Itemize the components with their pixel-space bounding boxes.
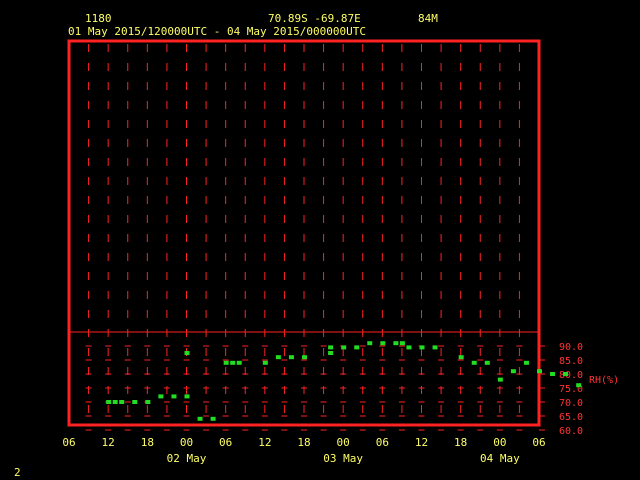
x-tick-label: 00 [180, 436, 193, 449]
y-axis-label: RH(%) [589, 375, 619, 386]
page-number: 2 [14, 466, 21, 479]
rh-point [328, 345, 334, 350]
x-tick-label: 06 [376, 436, 389, 449]
rh-point [184, 351, 190, 355]
grid [85, 44, 523, 431]
rh-point [484, 360, 490, 365]
rh-point [523, 360, 529, 365]
time-range: 01 May 2015/120000UTC - 04 May 2015/0000… [68, 25, 366, 38]
x-tick-label: 18 [141, 436, 154, 449]
location-coords: 70.89S -69.87E [268, 12, 361, 25]
x-date-label: 04 May [480, 452, 520, 465]
rh-point [236, 360, 242, 365]
elevation: 84M [418, 12, 438, 25]
rh-point [302, 355, 307, 360]
rh-point [354, 345, 360, 350]
rh-point [132, 400, 138, 404]
x-tick-label: 12 [102, 436, 115, 449]
rh-point [197, 416, 203, 421]
rh-point [550, 372, 556, 376]
x-axis-ticks: 06 12 18 00 06 12 18 00 06 12 18 00 06 02 May 03 May 04… [62, 436, 545, 465]
station-id: 1180 [85, 12, 112, 25]
rh-point [563, 372, 569, 376]
rh-point [112, 400, 118, 404]
rh-point [399, 341, 405, 346]
rh-point [328, 351, 334, 355]
rh-point [275, 355, 281, 360]
rh-point [432, 345, 438, 350]
rh-point [106, 400, 112, 404]
x-date-label: 03 May [323, 452, 363, 465]
x-tick-label: 12 [258, 436, 271, 449]
rh-point [576, 383, 582, 388]
y-tick-label: 90.0 [559, 342, 583, 353]
rh-point [145, 400, 151, 404]
x-tick-label: 00 [337, 436, 350, 449]
rh-point [510, 369, 516, 374]
rh-point [262, 360, 268, 365]
x-tick-label: 06 [62, 436, 75, 449]
rh-point [184, 394, 190, 399]
rh-point [497, 377, 503, 382]
rh-point [393, 341, 399, 346]
rh-point [367, 341, 373, 346]
rh-point [471, 360, 477, 365]
x-date-label: 02 May [167, 452, 207, 465]
rh-point [406, 345, 412, 350]
x-tick-label: 18 [297, 436, 310, 449]
x-tick-label: 06 [219, 436, 232, 449]
rh-point [171, 394, 177, 399]
rh-point [537, 369, 542, 374]
y-tick-label: 80.0 [559, 370, 583, 381]
x-tick-label: 12 [415, 436, 428, 449]
rh-point [230, 360, 236, 365]
rh-chart: 1180 70.89S -69.87E 84M 01 May 2015/1200… [14, 12, 619, 479]
y-axis-ticks: 60.065.070.075.080.085.090.0 [539, 342, 583, 437]
rh-point [210, 416, 216, 421]
x-tick-label: 06 [532, 436, 545, 449]
y-tick-label: 65.0 [559, 412, 583, 423]
y-tick-label: 85.0 [559, 356, 583, 367]
y-tick-label: 60.0 [559, 426, 583, 437]
x-tick-label: 18 [454, 436, 467, 449]
rh-point [288, 355, 294, 360]
rh-point [119, 400, 125, 404]
rh-point [223, 360, 229, 365]
rh-point [419, 345, 425, 350]
rh-point [341, 345, 347, 350]
data-points [106, 341, 582, 421]
rh-point [158, 394, 164, 399]
x-tick-label: 00 [493, 436, 506, 449]
rh-point [458, 355, 464, 360]
y-tick-label: 70.0 [559, 398, 583, 409]
rh-point [380, 341, 386, 346]
